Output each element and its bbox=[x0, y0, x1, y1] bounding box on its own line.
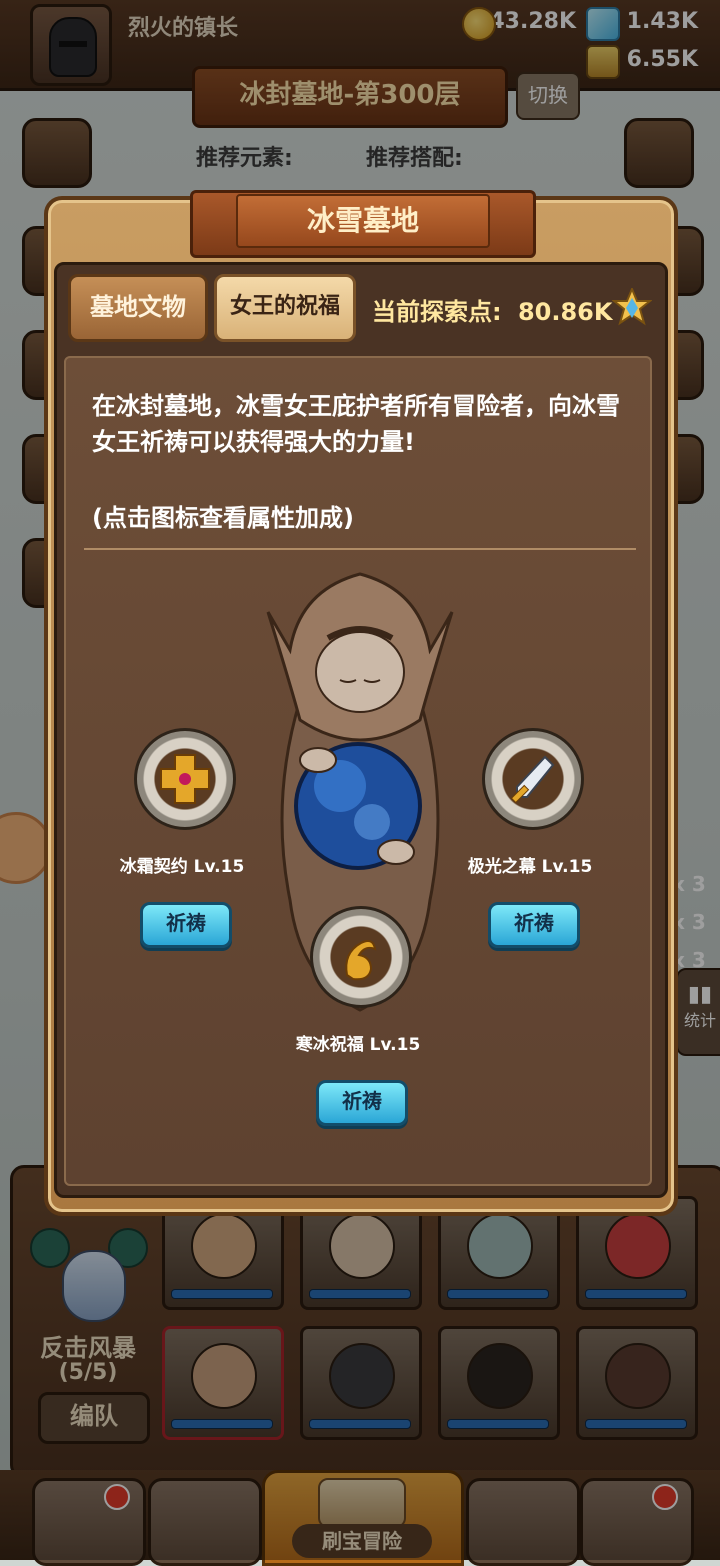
star-crystal-icon bbox=[612, 288, 652, 326]
explore-points-value: 80.86K bbox=[517, 298, 613, 326]
explore-points: 当前探索点: 80.86K bbox=[372, 292, 612, 327]
description-text: 在冰封墓地，冰雪女王庇护者所有冒险者，向冰雪女王祈祷可以获得强大的力量! bbox=[92, 392, 620, 456]
tab-graveyard-relics[interactable]: 墓地文物 bbox=[68, 274, 208, 342]
modal-title: 冰雪墓地 bbox=[236, 194, 490, 248]
ice-blessing-medal[interactable] bbox=[310, 906, 412, 1008]
divider bbox=[84, 548, 636, 550]
pray-button-ice-blessing[interactable]: 祈祷 bbox=[316, 1080, 408, 1126]
hint-text: (点击图标查看属性加成) bbox=[92, 504, 354, 532]
pray-button-frost-pact[interactable]: 祈祷 bbox=[140, 902, 232, 948]
golden-cross-icon bbox=[160, 754, 210, 804]
explore-points-label: 当前探索点: bbox=[372, 298, 502, 326]
frost-pact-label: 冰霜契约 Lv.15 bbox=[119, 857, 245, 877]
tab-queens-blessing[interactable]: 女王的祝福 bbox=[214, 274, 356, 342]
aurora-veil-medal[interactable] bbox=[482, 728, 584, 830]
dragon-icon bbox=[345, 940, 377, 981]
aurora-veil-label: 极光之幕 Lv.15 bbox=[467, 857, 593, 877]
pray-button-aurora-veil[interactable]: 祈祷 bbox=[488, 902, 580, 948]
ice-blessing-label: 寒冰祝福 Lv.15 bbox=[295, 1035, 421, 1055]
frost-pact-medal[interactable] bbox=[134, 728, 236, 830]
sword-icon bbox=[510, 755, 555, 804]
